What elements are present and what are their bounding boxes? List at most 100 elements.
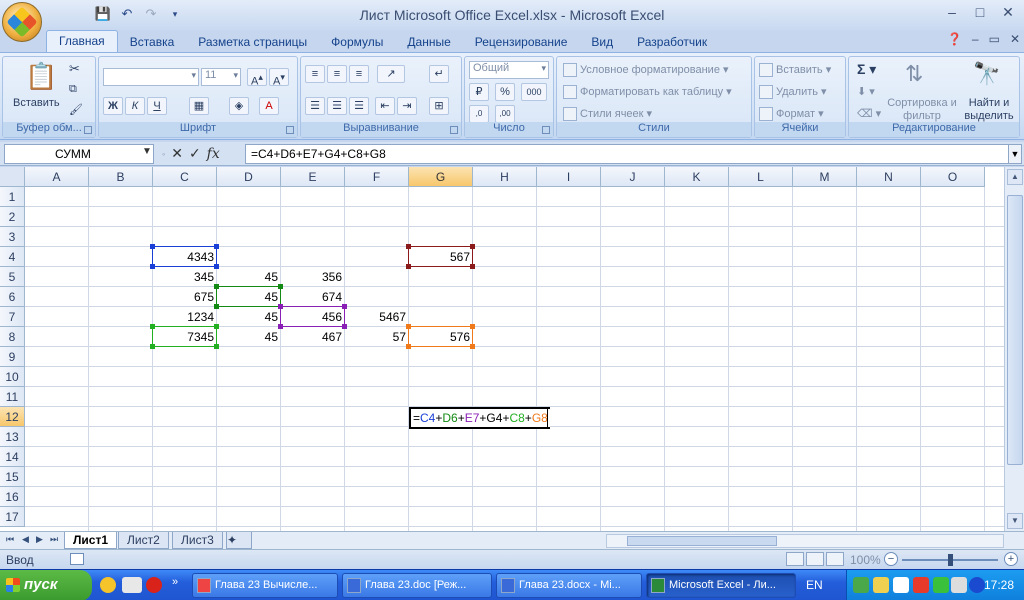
range-handle[interactable]	[150, 344, 155, 349]
next-sheet-icon[interactable]: ▶	[36, 534, 43, 545]
scroll-up-icon[interactable]: ▲	[1007, 169, 1023, 185]
delete-cells-button[interactable]: Удалить ▾	[759, 85, 827, 100]
range-handle[interactable]	[470, 264, 475, 269]
align-center-icon[interactable]: ☰	[327, 97, 347, 115]
row-header-14[interactable]: 14	[0, 447, 25, 467]
last-sheet-icon[interactable]: ⏭	[50, 534, 58, 545]
row-header-13[interactable]: 13	[0, 427, 25, 447]
enter-icon[interactable]: ✓	[189, 145, 201, 162]
cut-icon[interactable]: ✂	[69, 61, 80, 77]
ribbon-restore-icon[interactable]: ▭	[989, 32, 1000, 46]
column-header-e[interactable]: E	[281, 167, 345, 187]
conditional-formatting-button[interactable]: Условное форматирование ▾	[563, 63, 729, 78]
row-header-15[interactable]: 15	[0, 467, 25, 487]
copy-icon[interactable]: ⧉	[69, 83, 77, 96]
underline-button[interactable]: Ч	[147, 97, 167, 115]
clear-icon[interactable]: ⌫ ▾	[857, 107, 881, 120]
range-handle[interactable]	[150, 264, 155, 269]
language-indicator[interactable]: EN	[806, 578, 823, 592]
quicklaunch-opera-icon[interactable]	[146, 577, 162, 593]
row-header-9[interactable]: 9	[0, 347, 25, 367]
scroll-down-icon[interactable]: ▼	[1007, 513, 1023, 529]
row-header-7[interactable]: 7	[0, 307, 25, 327]
cell-c6[interactable]: 675	[153, 287, 217, 307]
range-handle[interactable]	[406, 324, 411, 329]
tab-home[interactable]: Главная	[46, 30, 118, 52]
tray-antivirus-icon[interactable]	[913, 577, 929, 593]
range-handle[interactable]	[214, 284, 219, 289]
column-header-j[interactable]: J	[601, 167, 665, 187]
ribbon-minimize-icon[interactable]: –	[972, 32, 979, 46]
range-handle[interactable]	[470, 344, 475, 349]
column-header-a[interactable]: A	[25, 167, 89, 187]
cell-d8[interactable]: 45	[217, 327, 281, 347]
column-header-m[interactable]: M	[793, 167, 857, 187]
column-header-g[interactable]: G	[409, 167, 473, 187]
format-cells-button[interactable]: Формат ▾	[759, 107, 824, 122]
close-button[interactable]: ✕	[994, 2, 1022, 22]
merge-cells-icon[interactable]: ⊞	[429, 97, 449, 115]
insert-cells-button[interactable]: Вставить ▾	[759, 63, 831, 78]
cell-d7[interactable]: 45	[217, 307, 281, 327]
cell-f8[interactable]: 57	[345, 327, 409, 347]
range-handle[interactable]	[406, 244, 411, 249]
align-bottom-icon[interactable]: ≡	[349, 65, 369, 83]
formula-input[interactable]: =C4+D6+E7+G4+C8+G8	[245, 144, 1009, 164]
align-top-icon[interactable]: ≡	[305, 65, 325, 83]
column-header-c[interactable]: C	[153, 167, 217, 187]
row-header-10[interactable]: 10	[0, 367, 25, 387]
minimize-button[interactable]: –	[938, 2, 966, 22]
tab-page-layout[interactable]: Разметка страницы	[186, 32, 319, 52]
range-highlight-e7[interactable]	[278, 304, 347, 329]
tray-network-icon[interactable]	[873, 577, 889, 593]
tray-battery-icon[interactable]	[893, 577, 909, 593]
zoom-in-icon[interactable]: +	[1004, 552, 1018, 566]
tray-app-icon[interactable]	[853, 577, 869, 593]
thousands-button[interactable]: 000	[521, 83, 547, 101]
tab-formulas[interactable]: Формулы	[319, 32, 395, 52]
align-middle-icon[interactable]: ≡	[327, 65, 347, 83]
zoom-out-icon[interactable]: −	[884, 552, 898, 566]
decrease-decimal-icon[interactable]: ,00	[495, 105, 515, 123]
tray-bluetooth-icon[interactable]	[969, 577, 985, 593]
clipboard-launcher-icon[interactable]	[84, 126, 92, 134]
name-box-dropdown-icon[interactable]: ▼	[142, 146, 152, 157]
autosum-icon[interactable]: Σ ▾	[857, 61, 876, 78]
paste-icon[interactable]: 📋	[25, 61, 57, 92]
alignment-launcher-icon[interactable]	[450, 126, 458, 134]
range-handle[interactable]	[150, 324, 155, 329]
active-cell-editor[interactable]: =C4+D6+E7+G4+C8+G8	[409, 407, 550, 429]
font-color-icon[interactable]: A	[259, 97, 279, 115]
row-header-3[interactable]: 3	[0, 227, 25, 247]
shrink-font-icon[interactable]: A▾	[269, 68, 289, 88]
decrease-indent-icon[interactable]: ⇤	[375, 97, 395, 115]
sort-filter-icon[interactable]: ⇅	[905, 61, 923, 87]
currency-icon[interactable]: ₽	[469, 83, 489, 101]
font-size-combo[interactable]: 11	[201, 68, 241, 86]
range-handle[interactable]	[278, 324, 283, 329]
tab-insert[interactable]: Вставка	[118, 32, 187, 52]
task-pdf[interactable]: Глава 23 Вычисле...	[192, 573, 338, 598]
insert-function-icon[interactable]: fx	[207, 146, 220, 162]
select-all-button[interactable]	[0, 167, 25, 187]
row-header-5[interactable]: 5	[0, 267, 25, 287]
name-box[interactable]: СУММ	[4, 144, 154, 164]
italic-button[interactable]: К	[125, 97, 145, 115]
tray-security-icon[interactable]	[933, 577, 949, 593]
vertical-scrollbar[interactable]: ▲ ▼	[1004, 167, 1024, 531]
fill-color-icon[interactable]: ◈	[229, 97, 249, 115]
range-handle[interactable]	[278, 304, 283, 309]
sheet-tab-1[interactable]: Лист1	[64, 532, 118, 549]
sort-filter-button[interactable]: Сортировка и фильтр	[887, 97, 957, 123]
range-handle[interactable]	[406, 264, 411, 269]
bold-button[interactable]: Ж	[103, 97, 123, 115]
page-break-view-icon[interactable]	[826, 552, 844, 566]
formula-bar-expand-icon[interactable]: ▼	[1008, 144, 1022, 164]
column-header-d[interactable]: D	[217, 167, 281, 187]
sheet-tab-3[interactable]: Лист3	[172, 532, 223, 549]
workbook-close-icon[interactable]: ✕	[1010, 32, 1020, 46]
task-word-docx[interactable]: Глава 23.docx - Mi...	[496, 573, 642, 598]
format-as-table-button[interactable]: Форматировать как таблицу ▾	[563, 85, 732, 100]
page-layout-view-icon[interactable]	[806, 552, 824, 566]
range-handle[interactable]	[150, 244, 155, 249]
